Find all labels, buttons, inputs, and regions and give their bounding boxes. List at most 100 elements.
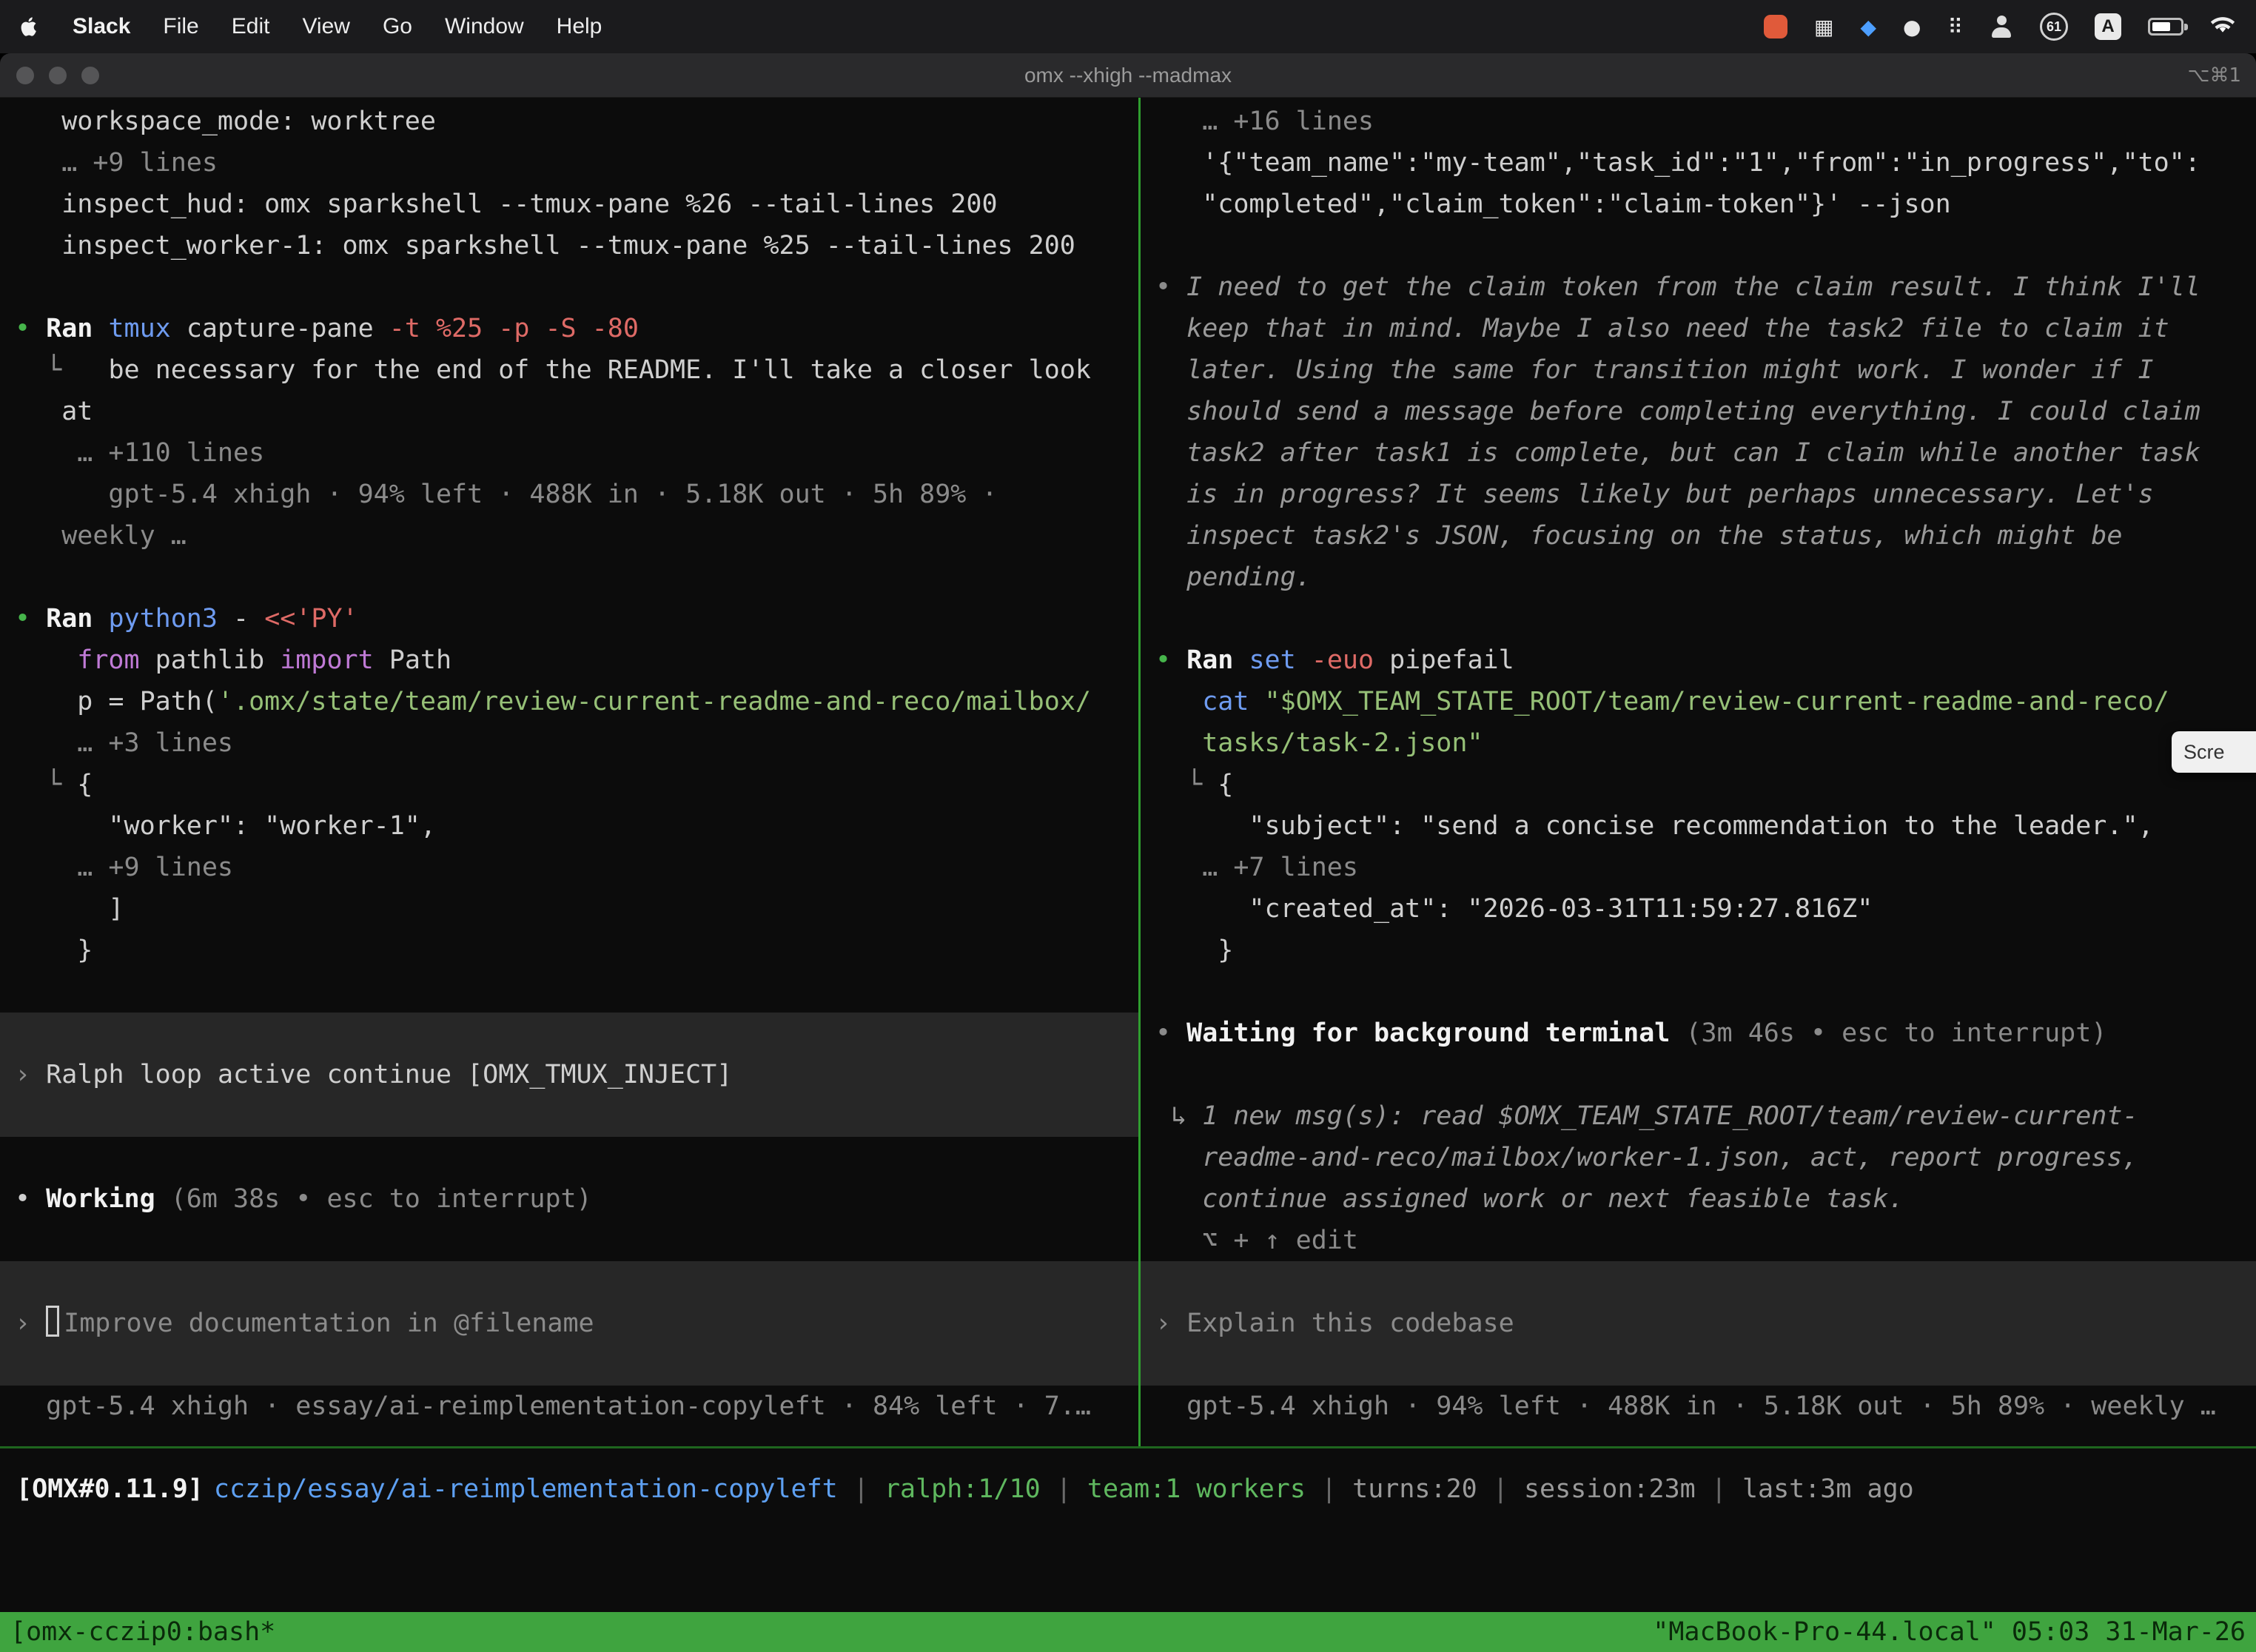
hud-separator: | — [1041, 1474, 1087, 1504]
terminal-line: "subject": "send a concise recommendatio… — [1155, 805, 2256, 847]
terminal-line: ↳ 1 new msg(s): read $OMX_TEAM_STATE_ROO… — [1155, 1095, 2256, 1137]
password-manager-icon[interactable] — [1990, 15, 2013, 38]
terminal-line: is in progress? It seems likely but perh… — [1155, 474, 2256, 515]
app-menu-slack[interactable]: Slack — [73, 14, 130, 39]
omx-version: [OMX#0.11.9] — [16, 1474, 204, 1504]
terminal-line: gpt-5.4 xhigh · essay/ai-reimplementatio… — [15, 1386, 1138, 1427]
terminal-line: pending. — [1155, 557, 2256, 598]
terminal-line — [15, 1137, 1138, 1178]
menu-go[interactable]: Go — [383, 14, 412, 39]
input-source-icon[interactable]: A — [2095, 13, 2121, 40]
terminal-line: inspect_worker-1: omx sparkshell --tmux-… — [15, 225, 1138, 266]
window-shortcut: ⌥⌘1 — [2187, 64, 2241, 87]
hud-separator: | — [1306, 1474, 1352, 1504]
terminal-line: "completed","claim_token":"claim-token"}… — [1155, 184, 2256, 225]
terminal-line — [0, 1095, 1138, 1137]
terminal-line: • Working (6m 38s • esc to interrupt) — [15, 1178, 1138, 1220]
terminal-line — [0, 1344, 1138, 1386]
terminal-line — [1155, 1054, 2256, 1095]
hud-session: session:23m — [1524, 1474, 1696, 1504]
terminal-line: gpt-5.4 xhigh · 94% left · 488K in · 5.1… — [15, 474, 1138, 515]
screenshot-thumbnail[interactable]: Scre — [2172, 731, 2256, 773]
hud-branch-path: cczip/essay/ai-reimplementation-copyleft — [214, 1474, 838, 1504]
terminal-line: • I need to get the claim token from the… — [1155, 266, 2256, 308]
terminal-line — [0, 1013, 1138, 1054]
terminal-line — [1155, 598, 2256, 639]
hud-separator: | — [838, 1474, 884, 1504]
terminal-line — [15, 266, 1138, 308]
text-cursor — [46, 1306, 59, 1337]
raycast-icon[interactable]: ◆ — [1861, 15, 1877, 39]
terminal-line: ⌥ + ↑ edit — [1155, 1220, 2256, 1261]
terminal-line: workspace_mode: worktree — [15, 101, 1138, 142]
terminal-line — [0, 1261, 1138, 1303]
minimize-button[interactable] — [49, 67, 67, 84]
terminal-line: later. Using the same for transition mig… — [1155, 349, 2256, 391]
terminal-line: continue assigned work or next feasible … — [1155, 1178, 2256, 1220]
right-pane: … +16 lines '{"team_name":"my-team","tas… — [1141, 98, 2256, 1446]
terminal-line: … +3 lines — [15, 722, 1138, 764]
terminal-line: inspect_hud: omx sparkshell --tmux-pane … — [15, 184, 1138, 225]
terminal-line: inspect task2's JSON, focusing on the st… — [1155, 515, 2256, 557]
terminal-line: weekly … — [15, 515, 1138, 557]
terminal-window: omx --xhigh --madmax ⌥⌘1 workspace_mode:… — [0, 53, 2256, 1652]
menu-file[interactable]: File — [163, 14, 198, 39]
terminal-line — [15, 557, 1138, 598]
menu-window[interactable]: Window — [445, 14, 524, 39]
terminal-line: p = Path('.omx/state/team/review-current… — [15, 681, 1138, 722]
hud-separator: | — [1696, 1474, 1742, 1504]
menu-help[interactable]: Help — [557, 14, 602, 39]
terminal-line: … +9 lines — [15, 142, 1138, 184]
wifi-icon[interactable] — [2210, 15, 2235, 39]
keyboard-icon[interactable]: ▦ — [1814, 15, 1833, 39]
terminal-line: … +16 lines — [1155, 101, 2256, 142]
terminal-line — [1155, 971, 2256, 1013]
app-circle-icon[interactable]: ● — [1903, 15, 1921, 39]
tmux-status-bar: [omx-cczip0:bash* "MacBook-Pro-44.local"… — [0, 1612, 2256, 1652]
terminal-line: "created_at": "2026-03-31T11:59:27.816Z" — [1155, 888, 2256, 930]
menu-edit[interactable]: Edit — [232, 14, 270, 39]
terminal-line — [15, 1220, 1138, 1261]
bottom-pane-divider — [0, 1446, 2256, 1448]
terminal-line: tasks/task-2.json" — [1155, 722, 2256, 764]
prompt-input[interactable]: › Improve documentation in @filename — [0, 1303, 1138, 1344]
window-title: omx --xhigh --madmax — [0, 64, 2256, 87]
screen-recording-indicator-icon[interactable] — [1764, 15, 1787, 38]
omx-status-line: [OMX#0.11.9] cczip/essay/ai-reimplementat… — [16, 1468, 2256, 1510]
hud-team: team:1 workers — [1087, 1474, 1306, 1504]
terminal-line — [15, 971, 1138, 1013]
injected-prompt[interactable]: › Ralph loop active continue [OMX_TMUX_I… — [0, 1054, 1138, 1095]
tmux-host-time: "MacBook-Pro-44.local" 05:03 31-Mar-26 — [1653, 1617, 2246, 1647]
dots-grid-icon[interactable]: ⠿ — [1947, 15, 1963, 39]
terminal-line: } — [1155, 930, 2256, 971]
menu-bar: Slack File Edit View Go Window Help ▦ ◆ … — [0, 0, 2256, 53]
terminal-line: … +7 lines — [1155, 847, 2256, 888]
terminal-line: • Ran python3 - <<'PY' — [15, 598, 1138, 639]
apple-menu-icon[interactable] — [21, 16, 40, 38]
terminal-line: "worker": "worker-1", — [15, 805, 1138, 847]
terminal-line: task2 after task1 is complete, but can I… — [1155, 432, 2256, 474]
prompt-input[interactable]: › Explain this codebase — [1141, 1303, 2256, 1344]
hud-last-activity: last:3m ago — [1742, 1474, 1914, 1504]
terminal-line — [1141, 1344, 2256, 1386]
battery-icon[interactable] — [2148, 18, 2183, 36]
window-titlebar[interactable]: omx --xhigh --madmax ⌥⌘1 — [0, 53, 2256, 98]
terminal-line: └ be necessary for the end of the README… — [15, 349, 1138, 391]
zoom-button[interactable] — [81, 67, 99, 84]
tmux-session-window: [omx-cczip0:bash* — [10, 1617, 275, 1647]
terminal-line: gpt-5.4 xhigh · 94% left · 488K in · 5.1… — [1155, 1386, 2256, 1427]
terminal-line: '{"team_name":"my-team","task_id":"1","f… — [1155, 142, 2256, 184]
menu-view[interactable]: View — [302, 14, 349, 39]
terminal-line: └ { — [1155, 764, 2256, 805]
terminal-line: • Ran tmux capture-pane -t %25 -p -S -80 — [15, 308, 1138, 349]
terminal-line: ] — [15, 888, 1138, 930]
terminal-line: at — [15, 391, 1138, 432]
hud-turns: turns:20 — [1352, 1474, 1477, 1504]
terminal-line: └ { — [15, 764, 1138, 805]
terminal-content: workspace_mode: worktree … +9 lines insp… — [0, 98, 2256, 1446]
close-button[interactable] — [16, 67, 34, 84]
battery-percent-badge[interactable]: 61 — [2040, 13, 2068, 41]
terminal-line: from pathlib import Path — [15, 639, 1138, 681]
terminal-line: … +110 lines — [15, 432, 1138, 474]
terminal-line: • Waiting for background terminal (3m 46… — [1155, 1013, 2256, 1054]
